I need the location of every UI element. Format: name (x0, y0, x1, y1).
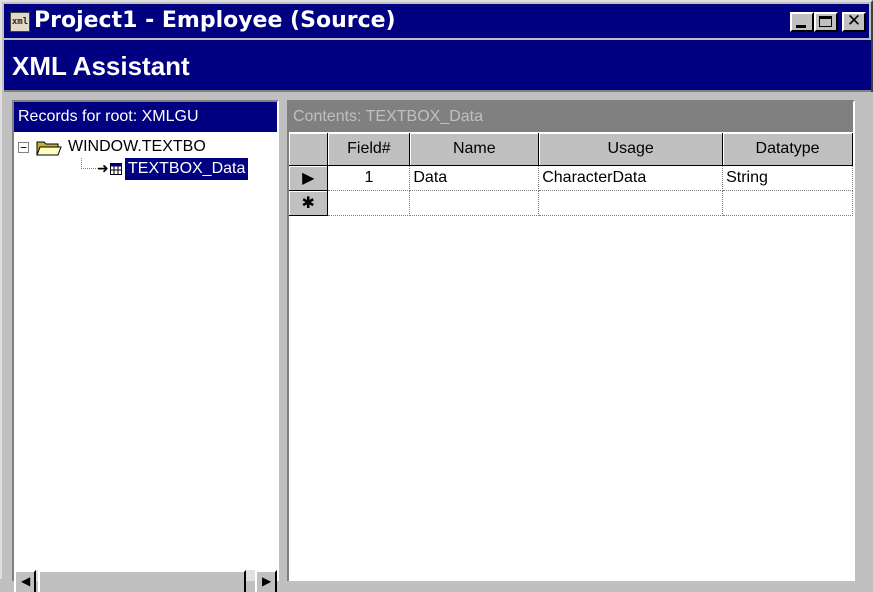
new-record-row[interactable]: ✱ (289, 190, 853, 216)
tree-node-textbox-data[interactable]: ➜ TEXTBOX_Data (14, 158, 277, 180)
grid-corner-header (289, 133, 329, 166)
page-title: XML Assistant (12, 51, 190, 81)
arrow-left-icon: ◀ (21, 574, 31, 588)
contents-pane-header: Contents: TEXTBOX_Data (289, 102, 853, 132)
datatype-cell[interactable]: String (722, 165, 853, 191)
assistant-header: XML Assistant (4, 40, 871, 92)
tree-node-window-textbox[interactable]: − WINDOW.TEXTBO (14, 136, 277, 158)
minimize-button[interactable] (790, 12, 814, 32)
arrow-right-icon: ▶ (262, 574, 272, 588)
column-header-field[interactable]: Field# (327, 133, 411, 166)
close-icon: ✕ (846, 11, 862, 31)
window-right-border (855, 92, 873, 581)
records-tree-pane[interactable]: Records for root: XMLGU − WINDOW.TEXTBO … (12, 100, 279, 581)
title-bar[interactable]: xml Project1 - Employee (Source) ✕ (4, 4, 869, 38)
horizontal-scrollbar[interactable]: ◀ ▶ (14, 570, 277, 592)
field-number-cell[interactable]: 1 (327, 165, 411, 191)
column-header-usage[interactable]: Usage (538, 133, 724, 166)
table-icon (110, 163, 122, 175)
datatype-cell[interactable] (722, 190, 853, 216)
maximize-button[interactable] (814, 12, 838, 32)
window-title: Project1 - Employee (Source) (34, 8, 396, 33)
name-cell[interactable]: Data (409, 165, 540, 191)
usage-cell[interactable] (538, 190, 724, 216)
column-header-name[interactable]: Name (409, 133, 540, 166)
contents-pane: Contents: TEXTBOX_Data Field# Name Usage… (287, 100, 855, 581)
grid-header-row: Field# Name Usage Datatype (289, 133, 853, 166)
pane-splitter[interactable] (279, 100, 287, 581)
scroll-left-button[interactable]: ◀ (14, 570, 36, 592)
tree-node-label-selected[interactable]: TEXTBOX_Data (125, 158, 249, 180)
collapse-icon[interactable]: − (18, 142, 29, 153)
minimize-icon (796, 25, 806, 28)
xml-app-icon[interactable]: xml (10, 12, 30, 32)
new-record-icon[interactable]: ✱ (289, 190, 329, 216)
field-number-cell[interactable] (327, 190, 411, 216)
arrow-right-icon: ➜ (97, 161, 109, 177)
records-pane-header: Records for root: XMLGU (14, 102, 277, 132)
close-button[interactable]: ✕ (842, 11, 866, 32)
scroll-right-button[interactable]: ▶ (255, 570, 277, 592)
open-folder-icon (36, 141, 62, 156)
app-window: xml Project1 - Employee (Source) ✕ XML A… (0, 0, 873, 592)
usage-cell[interactable]: CharacterData (538, 165, 724, 191)
scroll-thumb[interactable] (38, 570, 246, 592)
current-record-icon[interactable]: ▶ (289, 165, 329, 191)
maximize-icon (819, 16, 832, 27)
fields-grid: Field# Name Usage Datatype ▶ 1 Data Char… (289, 133, 853, 216)
column-header-datatype[interactable]: Datatype (722, 133, 853, 166)
table-row[interactable]: ▶ 1 Data CharacterData String (289, 165, 853, 191)
name-cell[interactable] (409, 190, 540, 216)
tree-node-label[interactable]: WINDOW.TEXTBO (68, 136, 206, 158)
